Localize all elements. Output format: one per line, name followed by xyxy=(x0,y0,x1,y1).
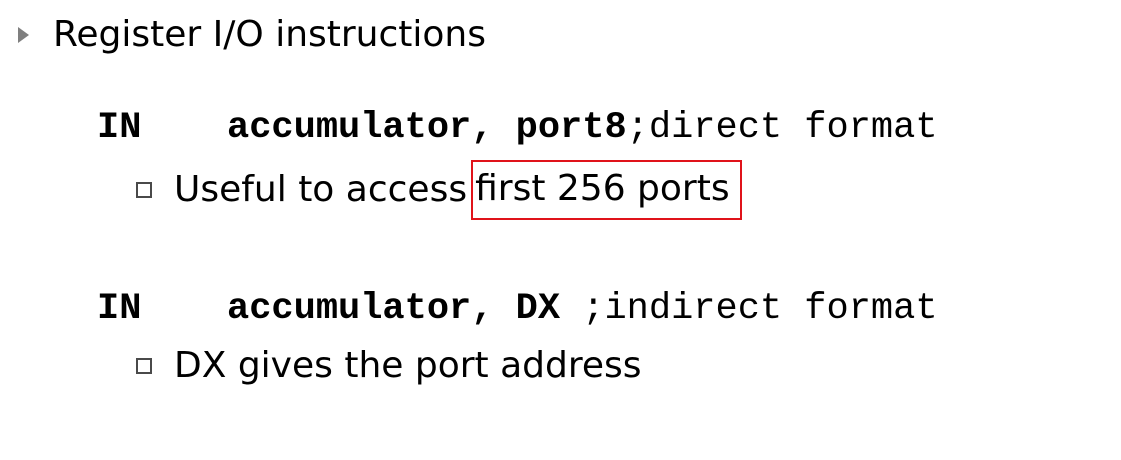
slide-heading: Register I/O instructions xyxy=(18,12,486,58)
square-bullet-icon xyxy=(136,182,152,198)
bullet-text: DX gives the port address xyxy=(174,345,642,386)
bullet-text: Useful to access xyxy=(174,169,468,210)
highlighted-text: first 256 ports xyxy=(471,160,742,220)
triangle-bullet-icon xyxy=(18,27,29,43)
code-comment: ;direct format xyxy=(626,107,938,149)
mnemonic: IN xyxy=(97,288,142,330)
operands: accumulator, DX xyxy=(227,288,583,330)
code-comment: ;indirect format xyxy=(582,288,938,330)
mnemonic: IN xyxy=(97,107,142,149)
square-bullet-icon xyxy=(136,358,152,374)
bullet-indirect: DX gives the port address xyxy=(136,343,642,389)
heading-text: Register I/O instructions xyxy=(53,14,487,55)
instruction-indirect: IN accumulator, DX ;indirect format xyxy=(97,287,938,331)
instruction-direct: IN accumulator, port8;direct format xyxy=(97,106,938,150)
operands: accumulator, port8 xyxy=(227,107,627,149)
bullet-direct: Useful to access first 256 ports xyxy=(136,160,742,220)
